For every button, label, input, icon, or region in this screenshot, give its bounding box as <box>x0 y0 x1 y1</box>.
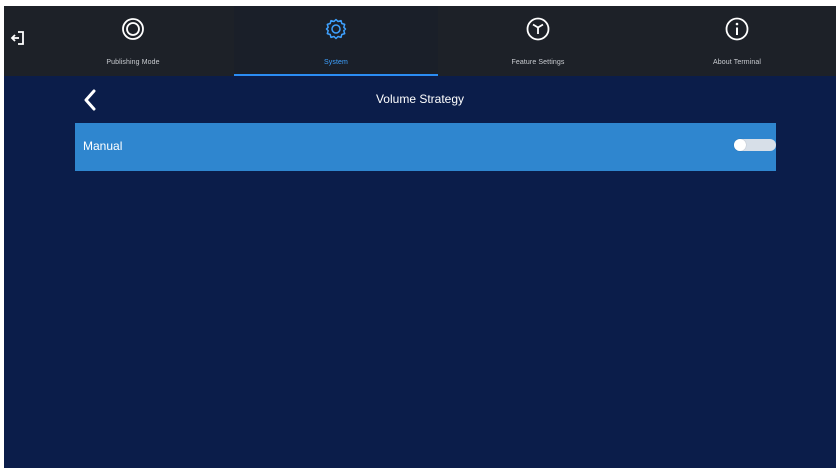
tab-label: Feature Settings <box>511 59 565 66</box>
active-tab-indicator <box>234 74 438 76</box>
tab-system[interactable]: System <box>234 6 438 76</box>
tab-publishing-mode[interactable]: Publishing Mode <box>32 6 234 76</box>
publishing-mode-icon <box>122 18 144 40</box>
tab-label: About Terminal <box>713 59 761 66</box>
manual-toggle[interactable] <box>734 139 776 151</box>
manual-setting-row[interactable]: Manual <box>75 123 776 171</box>
tab-label: System <box>324 59 348 66</box>
exit-icon <box>10 31 24 45</box>
app-screen: Publishing Mode System Feature Settings <box>4 6 836 468</box>
tab-label: Publishing Mode <box>106 59 160 66</box>
tab-about-terminal[interactable]: About Terminal <box>638 6 836 76</box>
exit-button[interactable] <box>4 24 32 52</box>
top-navigation-bar: Publishing Mode System Feature Settings <box>4 6 836 76</box>
info-icon <box>725 17 749 41</box>
gear-icon <box>325 18 347 40</box>
tab-feature-settings[interactable]: Feature Settings <box>438 6 638 76</box>
toggle-knob <box>734 139 746 151</box>
feature-settings-icon <box>526 17 550 41</box>
page-title: Volume Strategy <box>375 92 465 106</box>
manual-setting-label: Manual <box>83 139 123 153</box>
